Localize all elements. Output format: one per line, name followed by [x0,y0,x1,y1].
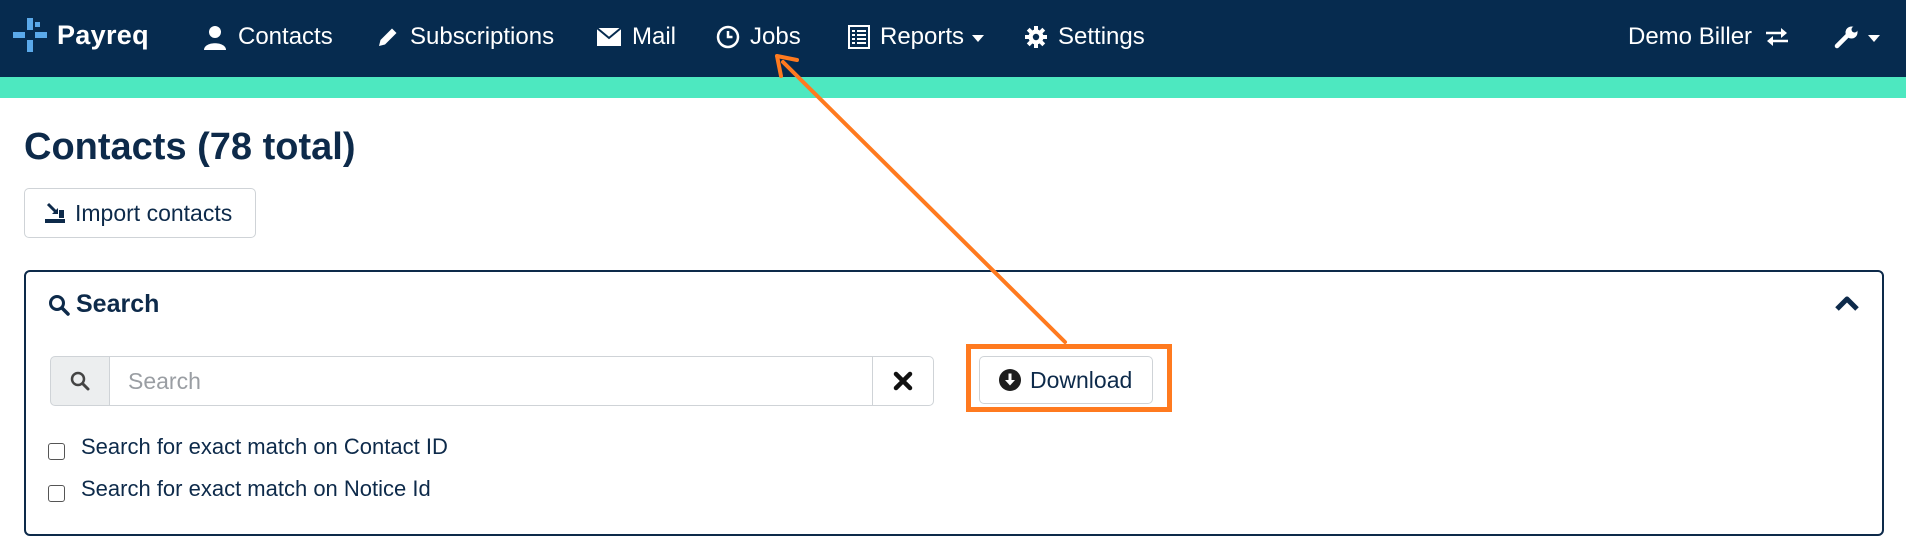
exact-match-contact-id-label: Search for exact match on Contact ID [81,434,448,459]
gear-icon [1025,26,1047,48]
account-switcher[interactable]: Demo Biller [1628,17,1790,57]
account-name: Demo Biller [1628,23,1753,50]
search-input[interactable] [110,356,872,406]
exact-match-contact-id-row: Search for exact match on Contact ID [48,434,448,460]
top-navbar: Payreq Contacts Subscriptions Mail Jobs [0,0,1906,77]
close-icon [893,371,913,391]
download-label: Download [1030,366,1133,393]
nav-contacts[interactable]: Contacts [202,17,333,57]
page-title: Contacts (78 total) [24,126,356,168]
list-icon [848,25,870,49]
brand-name: Payreq [57,19,149,50]
caret-down-icon [972,35,985,42]
nav-jobs-label: Jobs [750,23,801,50]
clock-icon [716,25,740,49]
chevron-up-icon [1835,296,1859,311]
user-icon [204,26,226,50]
nav-subscriptions[interactable]: Subscriptions [376,17,554,57]
switch-arrows-icon [1766,28,1789,46]
search-panel: Search Download Search for ex [24,270,1884,536]
exact-match-notice-id-checkbox[interactable] [48,484,65,502]
clear-search-button[interactable] [872,356,934,406]
import-contacts-button[interactable]: Import contacts [24,188,256,238]
download-button[interactable]: Download [979,356,1153,404]
search-input-group [50,356,934,406]
nav-reports[interactable]: Reports [848,17,985,57]
nav-settings-label: Settings [1058,23,1145,50]
nav-contacts-label: Contacts [238,23,333,50]
search-panel-title: Search [48,290,159,319]
download-icon [999,369,1021,391]
nav-mail[interactable]: Mail [596,17,676,57]
nav-reports-label: Reports [880,23,965,50]
payreq-logo-icon [13,18,47,52]
exact-match-notice-id-row: Search for exact match on Notice Id [48,476,431,502]
brand[interactable]: Payreq [13,17,149,53]
caret-down-icon [1868,35,1880,42]
exact-match-notice-id-label: Search for exact match on Notice Id [81,476,431,501]
import-contacts-label: Import contacts [75,199,233,226]
nav-subscriptions-label: Subscriptions [410,23,555,50]
pencil-icon [379,28,397,46]
wrench-icon [1834,26,1858,49]
search-icon [49,294,70,316]
nav-settings[interactable]: Settings [1024,17,1145,57]
search-panel-title-text: Search [76,290,160,318]
nav-jobs[interactable]: Jobs [716,17,801,57]
exact-match-contact-id-checkbox[interactable] [48,442,65,460]
search-addon [50,356,110,406]
collapse-panel-button[interactable] [1834,294,1860,317]
import-icon [45,202,65,223]
nav-mail-label: Mail [632,23,677,50]
accent-bar [0,77,1906,98]
search-icon [70,371,90,391]
tools-menu[interactable] [1834,17,1880,57]
envelope-icon [596,27,622,46]
